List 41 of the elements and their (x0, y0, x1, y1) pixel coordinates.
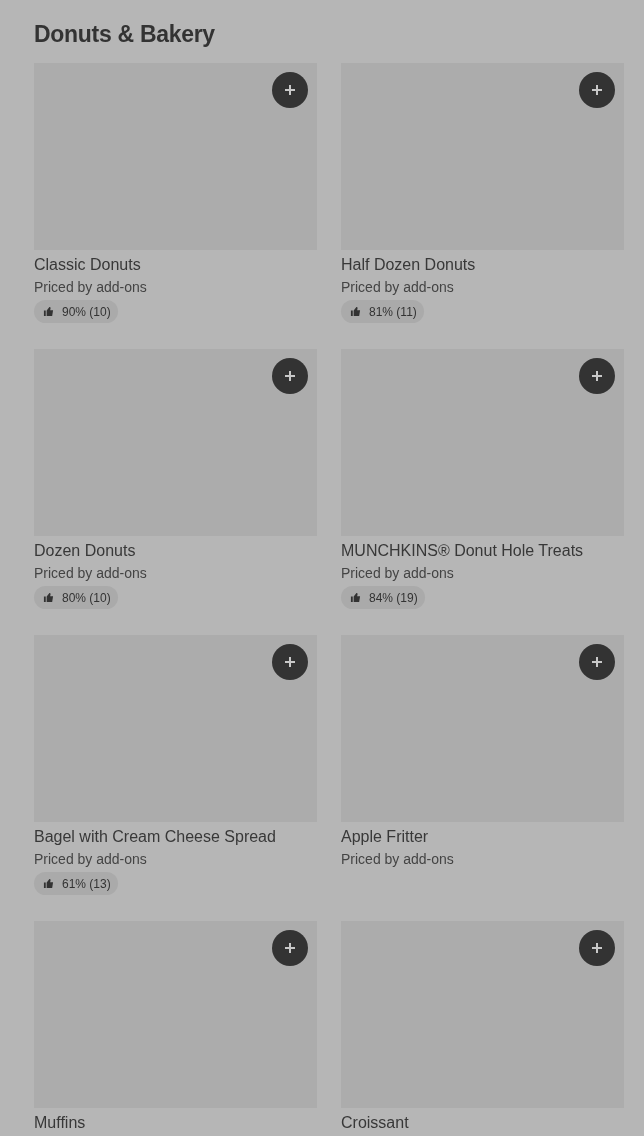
add-button[interactable] (579, 358, 615, 394)
add-button[interactable] (272, 358, 308, 394)
thumbs-up-icon (43, 306, 54, 317)
item-price: Priced by add-ons (34, 278, 148, 296)
plus-icon (284, 370, 296, 382)
add-button[interactable] (579, 930, 615, 966)
item-price: Priced by add-ons (34, 850, 148, 868)
add-button[interactable] (272, 644, 308, 680)
rating-text: 80% (10) (62, 590, 111, 605)
add-button[interactable] (272, 72, 308, 108)
item-price: Priced by add-ons (34, 564, 148, 582)
add-button[interactable] (579, 72, 615, 108)
item-name: Muffins (34, 1113, 87, 1133)
plus-icon (591, 942, 603, 954)
rating-text: 81% (11) (369, 304, 417, 319)
thumbs-up-icon (350, 306, 361, 317)
plus-icon (284, 656, 296, 668)
item-price: Priced by add-ons (341, 564, 455, 582)
rating-text: 61% (13) (62, 876, 111, 891)
item-name: MUNCHKINS® Donut Hole Treats (341, 541, 585, 561)
rating-text: 84% (19) (369, 590, 418, 605)
item-price: Priced by add-ons (341, 850, 455, 868)
item-name: Croissant (341, 1113, 410, 1133)
plus-icon (284, 84, 296, 96)
rating-text: 90% (10) (62, 304, 111, 319)
item-name: Classic Donuts (34, 255, 142, 275)
add-button[interactable] (272, 930, 308, 966)
plus-icon (284, 942, 296, 954)
thumbs-up-icon (350, 592, 361, 603)
section-title: Donuts & Bakery (34, 20, 216, 49)
add-button[interactable] (579, 644, 615, 680)
item-name: Bagel with Cream Cheese Spread (34, 827, 277, 847)
plus-icon (591, 84, 603, 96)
thumbs-up-icon (43, 592, 54, 603)
item-name: Dozen Donuts (34, 541, 137, 561)
item-name: Apple Fritter (341, 827, 430, 847)
item-price: Priced by add-ons (341, 278, 455, 296)
thumbs-up-icon (43, 878, 54, 889)
item-name: Half Dozen Donuts (341, 255, 477, 275)
plus-icon (591, 370, 603, 382)
plus-icon (591, 656, 603, 668)
